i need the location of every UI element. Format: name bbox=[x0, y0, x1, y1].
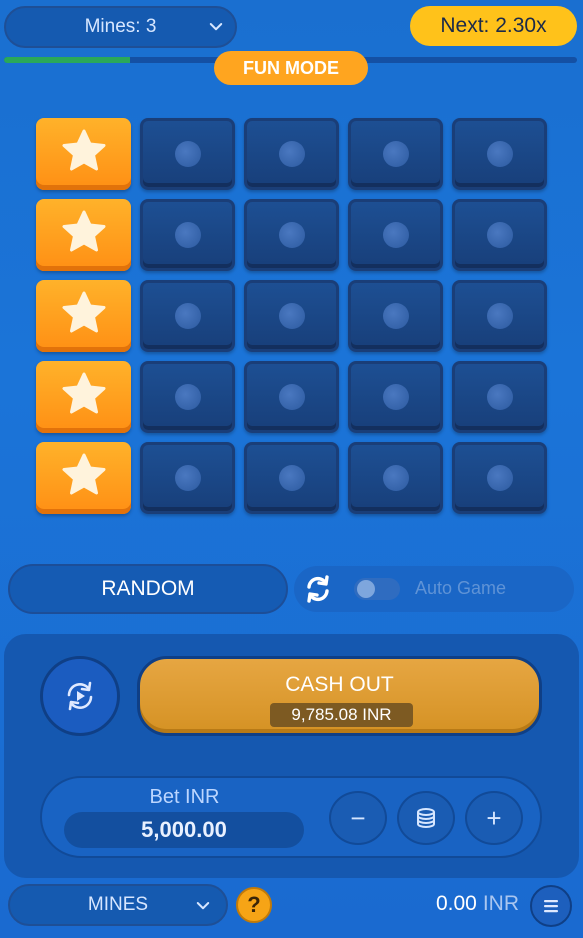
dot-icon bbox=[382, 141, 409, 167]
replay-icon bbox=[67, 681, 93, 711]
dot-icon bbox=[174, 141, 201, 167]
hidden-tile[interactable] bbox=[348, 442, 443, 514]
plus-label: + bbox=[486, 802, 502, 833]
fun-mode-label: FUN MODE bbox=[243, 57, 339, 78]
chevron-down-icon bbox=[209, 23, 223, 31]
next-multiplier-text: Next: 2.30x bbox=[440, 14, 547, 37]
auto-game-panel: Auto Game bbox=[294, 566, 574, 612]
toggle-knob bbox=[357, 580, 375, 598]
balance-display: 0.00 INR bbox=[436, 892, 519, 916]
star-icon bbox=[59, 289, 109, 344]
cash-out-button[interactable]: CASH OUT 9,785.08 INR bbox=[137, 656, 542, 736]
auto-game-toggle[interactable] bbox=[354, 578, 400, 600]
dot-icon bbox=[486, 465, 513, 491]
dot-icon bbox=[174, 465, 201, 491]
hidden-tile[interactable] bbox=[244, 280, 339, 352]
hidden-tile[interactable] bbox=[348, 361, 443, 433]
star-icon bbox=[59, 451, 109, 506]
next-multiplier-badge: Next: 2.30x bbox=[410, 6, 577, 46]
cash-out-amount: 9,785.08 INR bbox=[270, 703, 413, 727]
hidden-tile[interactable] bbox=[452, 361, 547, 433]
help-label: ? bbox=[247, 892, 261, 917]
revealed-star-tile[interactable] bbox=[36, 199, 131, 271]
coins-icon bbox=[417, 808, 435, 828]
dot-icon bbox=[174, 303, 201, 329]
bet-amount-input[interactable]: 5,000.00 bbox=[64, 812, 304, 848]
hidden-tile[interactable] bbox=[140, 280, 235, 352]
dot-icon bbox=[278, 222, 305, 248]
hidden-tile[interactable] bbox=[452, 199, 547, 271]
dot-icon bbox=[174, 384, 201, 410]
progress-fill bbox=[4, 57, 131, 63]
mines-game-screen: Mines: 3 Next: 2.30x FUN MODE RANDOM Aut… bbox=[0, 0, 583, 938]
hidden-tile[interactable] bbox=[244, 442, 339, 514]
dot-icon bbox=[486, 222, 513, 248]
star-icon bbox=[59, 370, 109, 425]
dot-icon bbox=[382, 303, 409, 329]
star-icon bbox=[59, 127, 109, 182]
hidden-tile[interactable] bbox=[348, 280, 443, 352]
bet-label: Bet INR bbox=[149, 786, 220, 808]
random-button-label: RANDOM bbox=[101, 577, 195, 600]
star-icon bbox=[59, 208, 109, 263]
menu-button[interactable] bbox=[530, 885, 572, 927]
dot-icon bbox=[486, 141, 513, 167]
hidden-tile[interactable] bbox=[140, 199, 235, 271]
dot-icon bbox=[278, 384, 305, 410]
replay-button[interactable] bbox=[40, 656, 120, 736]
help-button[interactable]: ? bbox=[236, 887, 272, 923]
random-button[interactable]: RANDOM bbox=[8, 564, 288, 614]
revealed-star-tile[interactable] bbox=[36, 118, 131, 190]
cash-out-label: CASH OUT bbox=[285, 673, 394, 696]
mines-count-label: Mines: 3 bbox=[84, 16, 157, 37]
hidden-tile[interactable] bbox=[452, 280, 547, 352]
dot-icon bbox=[382, 465, 409, 491]
hidden-tile[interactable] bbox=[348, 118, 443, 190]
dot-icon bbox=[486, 384, 513, 410]
balance-value: 0.00 bbox=[435, 892, 477, 915]
coins-button[interactable] bbox=[397, 791, 455, 845]
game-select-label: MINES bbox=[87, 894, 149, 915]
hidden-tile[interactable] bbox=[140, 442, 235, 514]
hidden-tile[interactable] bbox=[140, 118, 235, 190]
hidden-tile[interactable] bbox=[348, 199, 443, 271]
mines-count-select[interactable]: Mines: 3 bbox=[4, 6, 237, 48]
mines-board bbox=[36, 118, 547, 514]
bet-amount-box: Bet INR 5,000.00 − + bbox=[40, 776, 542, 858]
hidden-tile[interactable] bbox=[452, 118, 547, 190]
hidden-tile[interactable] bbox=[244, 118, 339, 190]
revealed-star-tile[interactable] bbox=[36, 280, 131, 352]
dot-icon bbox=[278, 303, 305, 329]
chevron-down-icon bbox=[196, 902, 210, 910]
dot-icon bbox=[486, 303, 513, 329]
revealed-star-tile[interactable] bbox=[36, 442, 131, 514]
dot-icon bbox=[174, 222, 201, 248]
menu-icon bbox=[544, 900, 558, 913]
dot-icon bbox=[278, 465, 305, 491]
minus-label: − bbox=[350, 802, 366, 833]
hidden-tile[interactable] bbox=[244, 361, 339, 433]
hidden-tile[interactable] bbox=[140, 361, 235, 433]
auto-game-label: Auto Game bbox=[415, 578, 507, 598]
hidden-tile[interactable] bbox=[452, 442, 547, 514]
dot-icon bbox=[382, 384, 409, 410]
decrease-bet-button[interactable]: − bbox=[329, 791, 387, 845]
dot-icon bbox=[382, 222, 409, 248]
game-select[interactable]: MINES bbox=[8, 884, 228, 926]
revealed-star-tile[interactable] bbox=[36, 361, 131, 433]
increase-bet-button[interactable]: + bbox=[465, 791, 523, 845]
refresh-icon[interactable] bbox=[300, 571, 336, 607]
balance-currency: INR bbox=[482, 892, 519, 915]
dot-icon bbox=[278, 141, 305, 167]
fun-mode-badge: FUN MODE bbox=[214, 51, 368, 85]
hidden-tile[interactable] bbox=[244, 199, 339, 271]
